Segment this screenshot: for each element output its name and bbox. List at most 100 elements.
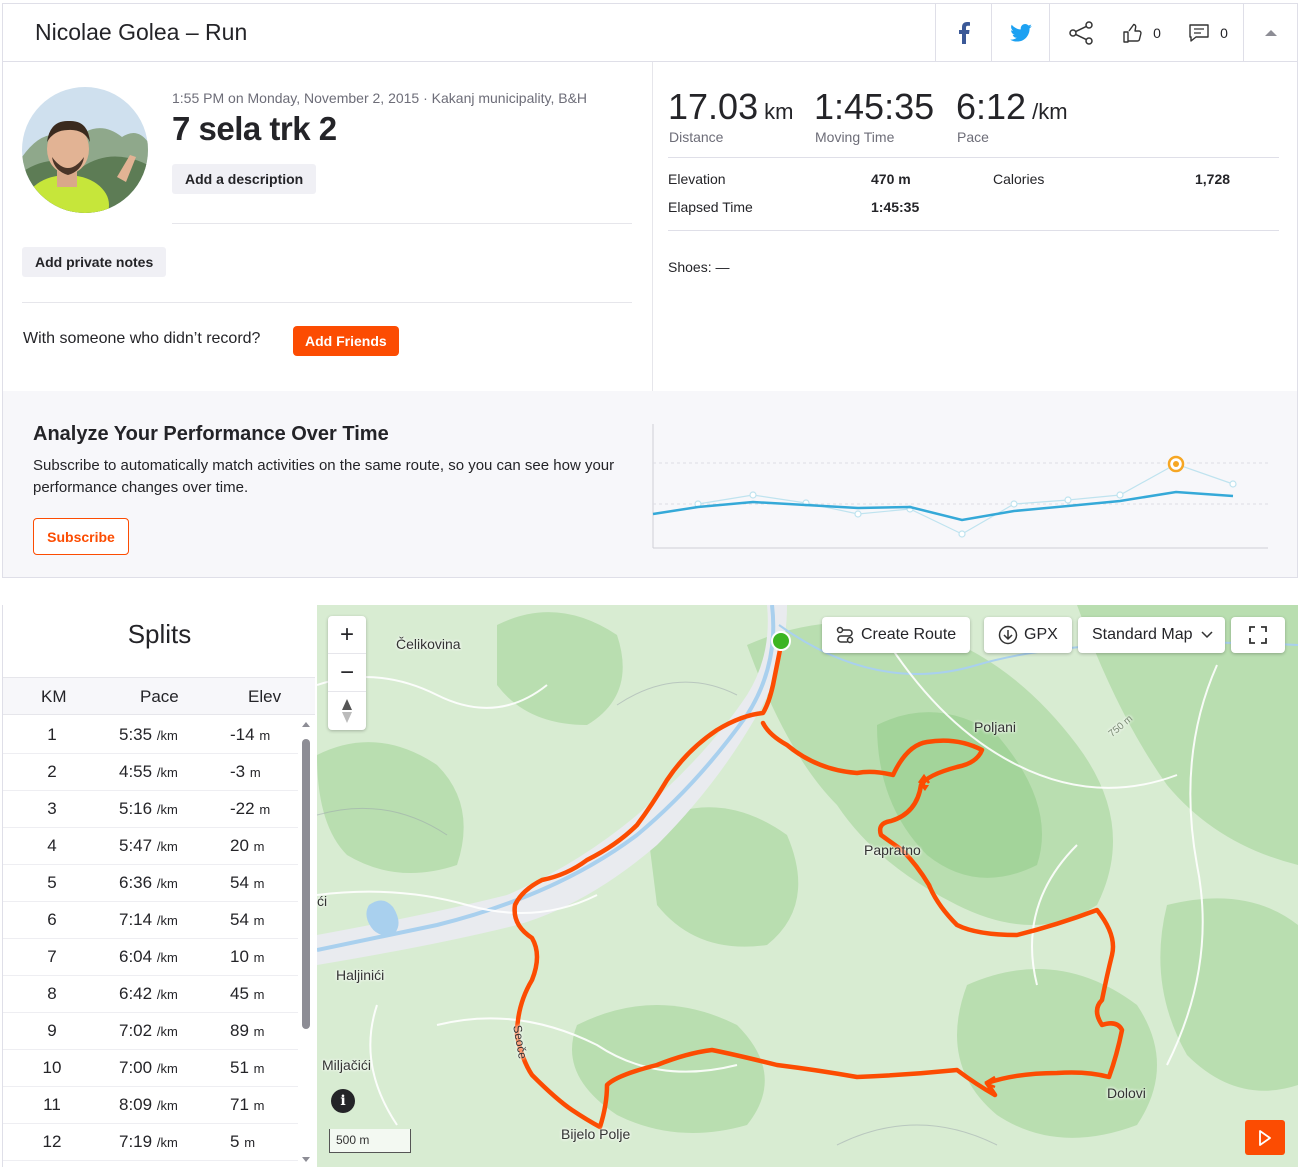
split-row[interactable]: 11 8:09 /km 71 m: [3, 1087, 298, 1124]
split-pace-unit: /km: [156, 765, 178, 780]
split-elev-value: 54: [230, 910, 249, 929]
split-row[interactable]: 10 7:00 /km 51 m: [3, 1050, 298, 1087]
split-elev: 20 m: [230, 836, 265, 856]
divider: [668, 157, 1279, 158]
split-pace-value: 7:00: [119, 1058, 153, 1077]
add-description-button[interactable]: Add a description: [172, 164, 317, 194]
kudos-count: 0: [1153, 24, 1161, 41]
subscribe-button[interactable]: Subscribe: [33, 518, 129, 555]
split-km: 12: [42, 1132, 62, 1151]
split-elev: 71 m: [230, 1095, 265, 1115]
split-elev: 45 m: [230, 984, 265, 1004]
map-canvas[interactable]: [317, 605, 1298, 1167]
split-pace: 5:16 /km: [119, 799, 178, 819]
divider: [172, 223, 632, 224]
split-row[interactable]: 2 4:55 /km -3 m: [3, 754, 298, 791]
page-title: Nicolae Golea – Run: [35, 19, 248, 45]
split-pace-unit: /km: [156, 1098, 178, 1113]
splits-panel: Splits KM Pace Elev 1 5:35 /km -14 m 2 4:55 …: [2, 605, 315, 1167]
fullscreen-icon: [1249, 626, 1267, 644]
split-elev-value: 89: [230, 1021, 249, 1040]
info-icon: i: [340, 1093, 346, 1109]
map-place-dolovi: Dolovi: [1107, 1085, 1146, 1101]
map-place-papratno: Papratno: [864, 842, 921, 858]
add-private-notes-button[interactable]: Add private notes: [22, 247, 167, 277]
splits-scrollbar[interactable]: [300, 717, 312, 1167]
split-pace-unit: /km: [156, 950, 178, 965]
map-place-poljani: Poljani: [974, 719, 1017, 735]
split-row[interactable]: 3 5:16 /km -22 m: [3, 791, 298, 828]
split-pace-value: 7:19: [119, 1132, 153, 1151]
split-elev-value: 10: [230, 947, 249, 966]
map-type-select[interactable]: Standard Map: [1078, 617, 1225, 653]
split-row[interactable]: 4 5:47 /km 20 m: [3, 828, 298, 865]
athlete-avatar[interactable]: [22, 87, 148, 213]
moving-time-value: 1:45:35: [814, 86, 935, 127]
elapsed-time-label: Elapsed Time: [668, 199, 753, 215]
add-friends-button[interactable]: Add Friends: [293, 326, 399, 356]
split-row[interactable]: 7 6:04 /km 10 m: [3, 939, 298, 976]
map-place-celikovina: Čelikovina: [396, 636, 461, 652]
collapse-button[interactable]: [1243, 4, 1297, 61]
shoes-info: Shoes: —: [668, 259, 730, 275]
split-elev: 5 m: [230, 1132, 255, 1152]
create-route-label: Create Route: [861, 626, 957, 643]
split-pace: 5:35 /km: [119, 725, 178, 745]
split-row[interactable]: 6 7:14 /km 54 m: [3, 902, 298, 939]
analyze-description: Subscribe to automatically match activit…: [33, 457, 615, 496]
scroll-down-arrow-icon[interactable]: [302, 1157, 310, 1163]
split-pace-unit: /km: [156, 913, 178, 928]
zoom-in-button[interactable]: +: [328, 616, 366, 654]
split-km: 4: [47, 836, 57, 855]
split-elev-value: 71: [230, 1095, 249, 1114]
split-elev-unit: m: [249, 765, 261, 780]
map-info-button[interactable]: i: [331, 1089, 355, 1113]
elapsed-time-value: 1:45:35: [871, 199, 920, 215]
chevron-down-icon: [1200, 631, 1213, 639]
pace-label: Pace: [957, 129, 989, 145]
elevation-value: 470 m: [871, 171, 911, 187]
split-row[interactable]: 9 7:02 /km 89 m: [3, 1013, 298, 1050]
share-button[interactable]: [1049, 4, 1111, 61]
split-elev: -14 m: [230, 725, 270, 745]
route-map[interactable]: Čelikovina Poljani Papratno ći Haljinići…: [317, 605, 1298, 1167]
analyze-title: Analyze Your Performance Over Time: [33, 423, 389, 445]
distance-stat: 17.03 km: [668, 86, 793, 128]
split-elev: -22 m: [230, 799, 270, 819]
split-km: 8: [47, 984, 57, 1003]
comments-button[interactable]: 0: [1173, 4, 1243, 61]
split-row[interactable]: 1 5:35 /km -14 m: [3, 717, 298, 754]
route-icon: [836, 626, 854, 644]
split-elev-value: -22: [230, 799, 255, 818]
gpx-download-button[interactable]: GPX: [984, 617, 1072, 653]
facebook-share-button[interactable]: [935, 4, 991, 61]
performance-teaser-chart: [652, 424, 1268, 549]
col-elev-header: Elev: [248, 687, 282, 706]
plus-icon: +: [339, 620, 354, 648]
split-pace: 4:55 /km: [119, 762, 178, 782]
scroll-thumb[interactable]: [302, 739, 310, 1029]
split-elev-unit: m: [253, 1061, 265, 1076]
compass-button[interactable]: [328, 692, 366, 730]
zoom-out-button[interactable]: −: [328, 654, 366, 692]
splits-title: Splits: [127, 619, 192, 649]
split-pace: 7:19 /km: [119, 1132, 178, 1152]
moving-time-label: Moving Time: [815, 129, 895, 145]
create-route-button[interactable]: Create Route: [822, 617, 971, 653]
split-row[interactable]: 12 7:19 /km 5 m: [3, 1124, 298, 1161]
split-pace-value: 5:16: [119, 799, 153, 818]
map-place-haljinici: Haljinići: [336, 967, 385, 983]
map-type-label: Standard Map: [1092, 626, 1193, 643]
activity-name: 7 sela trk 2: [172, 110, 337, 147]
split-row[interactable]: 5 6:36 /km 54 m: [3, 865, 298, 902]
split-elev-unit: m: [253, 913, 265, 928]
kudos-button[interactable]: 0: [1111, 4, 1173, 61]
split-row[interactable]: 8 6:42 /km 45 m: [3, 976, 298, 1013]
scroll-up-arrow-icon[interactable]: [302, 721, 310, 727]
split-elev: 10 m: [230, 947, 265, 967]
split-km: 10: [42, 1058, 62, 1077]
twitter-share-button[interactable]: [991, 4, 1049, 61]
split-pace-value: 8:09: [119, 1095, 153, 1114]
flyover-play-button[interactable]: [1245, 1120, 1285, 1155]
fullscreen-button[interactable]: [1231, 617, 1285, 653]
